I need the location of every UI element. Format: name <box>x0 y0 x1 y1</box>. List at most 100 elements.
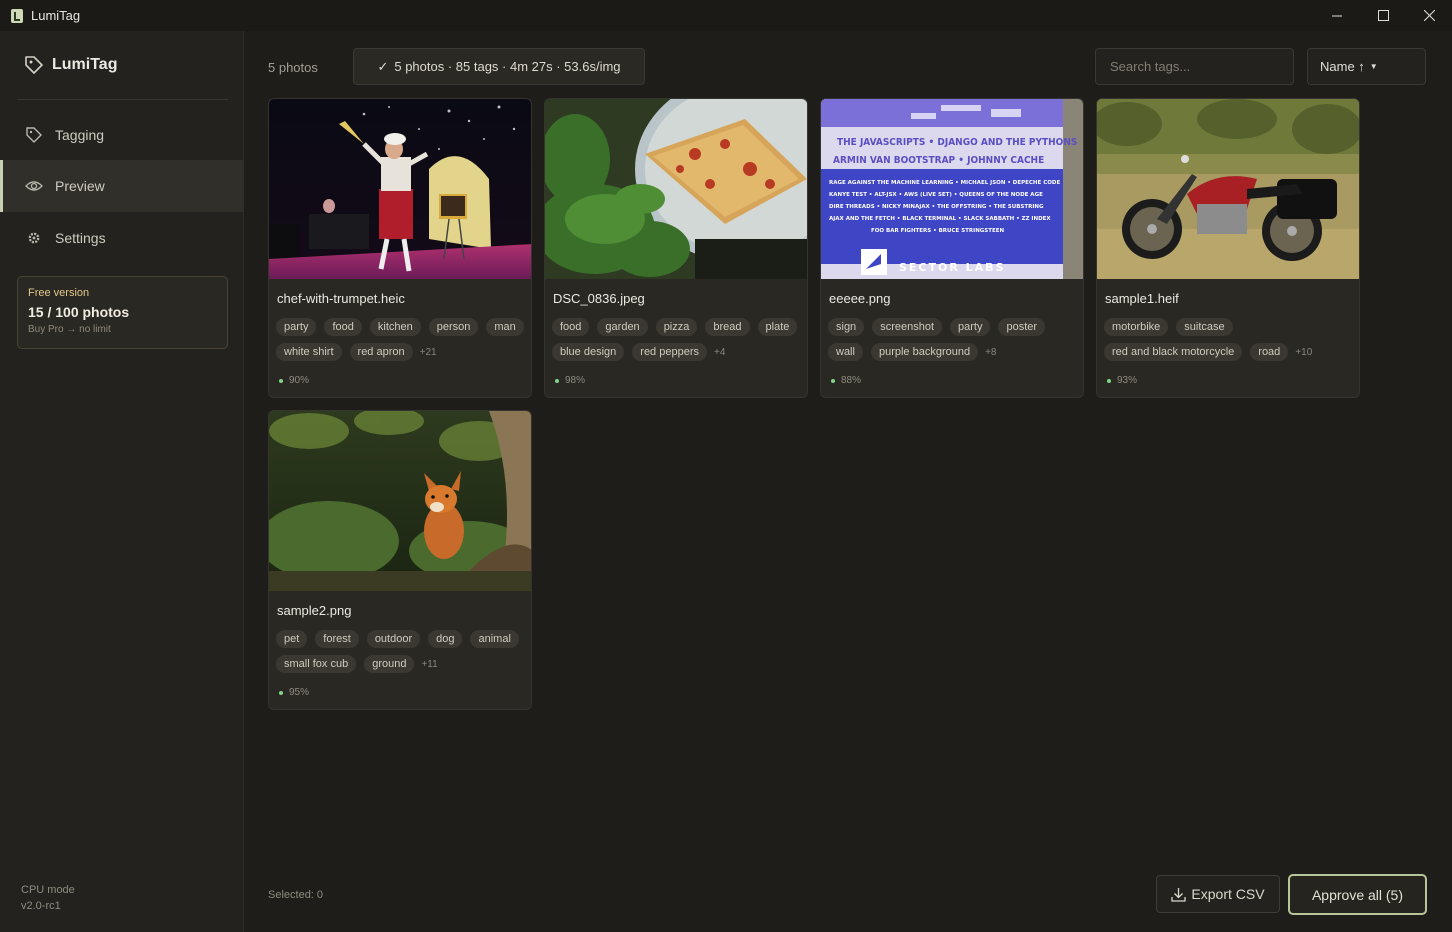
tag-chip[interactable]: purple background <box>870 343 979 361</box>
tag-chip[interactable]: poster <box>998 318 1046 336</box>
window-title: LumiTag <box>31 8 81 23</box>
gear-icon <box>25 229 43 247</box>
search-input[interactable] <box>1095 48 1294 85</box>
more-tags-count[interactable]: +4 <box>714 347 725 358</box>
tag-chip[interactable]: pet <box>276 630 308 648</box>
tag-icon <box>25 126 43 144</box>
sidebar-item-tagging[interactable]: Tagging <box>0 109 243 161</box>
tag-chip[interactable]: forest <box>315 630 359 648</box>
brand: LumiTag <box>23 53 117 77</box>
tag-chip[interactable]: screenshot <box>872 318 942 336</box>
tag-chip[interactable]: red peppers <box>632 343 707 361</box>
status-summary: ✓ 5 photos · 85 tags · 4m 27s · 53.6s/im… <box>353 48 645 85</box>
tag-chip[interactable]: plate <box>757 318 798 336</box>
buy-pro-link[interactable]: Buy Pro → no limit <box>28 324 217 335</box>
eye-icon <box>25 177 43 195</box>
sidebar-item-label: Tagging <box>55 127 105 143</box>
license-count: 15 / 100 photos <box>28 304 130 320</box>
minimize-button[interactable] <box>1314 0 1360 31</box>
confidence: 95% <box>279 687 309 698</box>
app-version: v2.0-rc1 <box>21 900 61 912</box>
more-tags-count[interactable]: +10 <box>1295 347 1312 358</box>
tag-chip[interactable]: red and black motorcycle <box>1104 343 1243 361</box>
tag-chip[interactable]: party <box>276 318 317 336</box>
tag-chip[interactable]: blue design <box>552 343 625 361</box>
poster-line: AJAX AND THE FETCH • BLACK TERMINAL • SL… <box>829 216 1051 222</box>
photo-thumbnail <box>545 99 807 279</box>
photo-filename: chef-with-trumpet.heic <box>277 291 405 306</box>
tag-chip[interactable]: kitchen <box>369 318 421 336</box>
confidence-value: 90% <box>289 375 310 386</box>
tag-chip[interactable]: food <box>552 318 590 336</box>
tag-list: motorbike suitcase red and black motorcy… <box>1104 318 1356 361</box>
app-logo-icon <box>11 8 23 23</box>
more-tags-count[interactable]: +8 <box>985 347 996 358</box>
confidence-dot-icon <box>279 690 283 695</box>
main-content: 5 photos ✓ 5 photos · 85 tags · 4m 27s ·… <box>244 31 1452 932</box>
tag-chip[interactable]: small fox cub <box>276 655 357 673</box>
poster-line: FOO BAR FIGHTERS • BRUCE STRINGSTEEN <box>871 228 1005 234</box>
photo-thumbnail <box>269 411 531 591</box>
tag-chip[interactable]: pizza <box>655 318 698 336</box>
sidebar-item-preview[interactable]: Preview <box>0 160 243 212</box>
tag-chip[interactable]: red apron <box>349 343 413 361</box>
tag-chip[interactable]: suitcase <box>1176 318 1233 336</box>
tag-chip[interactable]: dog <box>428 630 463 648</box>
poster-logo-text: SECTOR LABS <box>899 261 1006 274</box>
poster-line: RAGE AGAINST THE MACHINE LEARNING • MICH… <box>829 180 1060 186</box>
photo-filename: DSC_0836.jpeg <box>553 291 645 306</box>
tag-chip[interactable]: outdoor <box>366 630 421 648</box>
license-label: Free version <box>28 287 90 299</box>
tag-chip[interactable]: bread <box>705 318 750 336</box>
photo-thumbnail <box>269 99 531 279</box>
chevron-down-icon: ▼ <box>1369 62 1378 71</box>
photo-count: 5 photos <box>268 60 318 75</box>
confidence: 98% <box>555 375 585 386</box>
tag-chip[interactable]: man <box>486 318 524 336</box>
confidence-dot-icon <box>279 378 283 383</box>
confidence-value: 88% <box>841 375 862 386</box>
tag-chip[interactable]: food <box>324 318 362 336</box>
confidence-dot-icon <box>555 378 559 383</box>
tag-chip[interactable]: party <box>950 318 991 336</box>
maximize-button[interactable] <box>1360 0 1406 31</box>
photo-card[interactable]: sample2.png pet forest outdoor dog anima… <box>268 410 532 710</box>
tag-chip[interactable]: animal <box>470 630 519 648</box>
sort-label: Name ↑ <box>1320 59 1365 74</box>
more-tags-count[interactable]: +11 <box>421 659 437 670</box>
tag-chip[interactable]: white shirt <box>276 343 342 361</box>
tag-chip[interactable]: motorbike <box>1104 318 1169 336</box>
tag-chip[interactable]: road <box>1250 343 1289 361</box>
close-icon <box>1423 10 1435 21</box>
close-button[interactable] <box>1406 0 1452 31</box>
tag-chip[interactable]: garden <box>597 318 648 336</box>
sort-dropdown[interactable]: Name ↑ ▼ <box>1307 48 1426 85</box>
confidence: 93% <box>1107 375 1137 386</box>
more-tags-count[interactable]: +21 <box>420 347 437 358</box>
sidebar-item-label: Preview <box>55 178 105 194</box>
tag-chip[interactable]: wall <box>828 343 863 361</box>
sidebar-item-settings[interactable]: Settings <box>0 212 243 264</box>
confidence-dot-icon <box>831 378 835 383</box>
license-box[interactable]: Free version 15 / 100 photos Buy Pro → n… <box>17 276 228 349</box>
check-icon: ✓ <box>377 58 389 74</box>
tag-chip[interactable]: sign <box>828 318 865 336</box>
confidence-value: 95% <box>289 687 310 698</box>
tag-chip[interactable]: ground <box>364 655 415 673</box>
compute-mode: CPU mode <box>21 884 75 896</box>
sidebar-divider <box>17 99 228 100</box>
approve-all-button[interactable]: Approve all (5) <box>1288 874 1427 915</box>
photo-card[interactable]: THE JAVASCRIPTS • DJANGO AND THE PYTHONS… <box>820 98 1084 398</box>
photo-card[interactable]: sample1.heif motorbike suitcase red and … <box>1096 98 1360 398</box>
brand-name: LumiTag <box>52 56 118 73</box>
photo-card[interactable]: chef-with-trumpet.heic party food kitche… <box>268 98 532 398</box>
tag-list: pet forest outdoor dog animal small fox … <box>276 630 528 673</box>
poster-line: KANYE TEST • ALT-JSX • AWS (LIVE SET) • … <box>829 192 1043 198</box>
export-label: Export CSV <box>1191 886 1265 902</box>
export-csv-button[interactable]: Export CSV <box>1156 875 1280 913</box>
poster-line: THE JAVASCRIPTS • DJANGO AND THE PYTHONS <box>837 137 1077 148</box>
photo-thumbnail <box>1097 99 1359 279</box>
tag-chip[interactable]: person <box>428 318 479 336</box>
confidence: 88% <box>831 375 861 386</box>
photo-card[interactable]: DSC_0836.jpeg food garden pizza bread pl… <box>544 98 808 398</box>
